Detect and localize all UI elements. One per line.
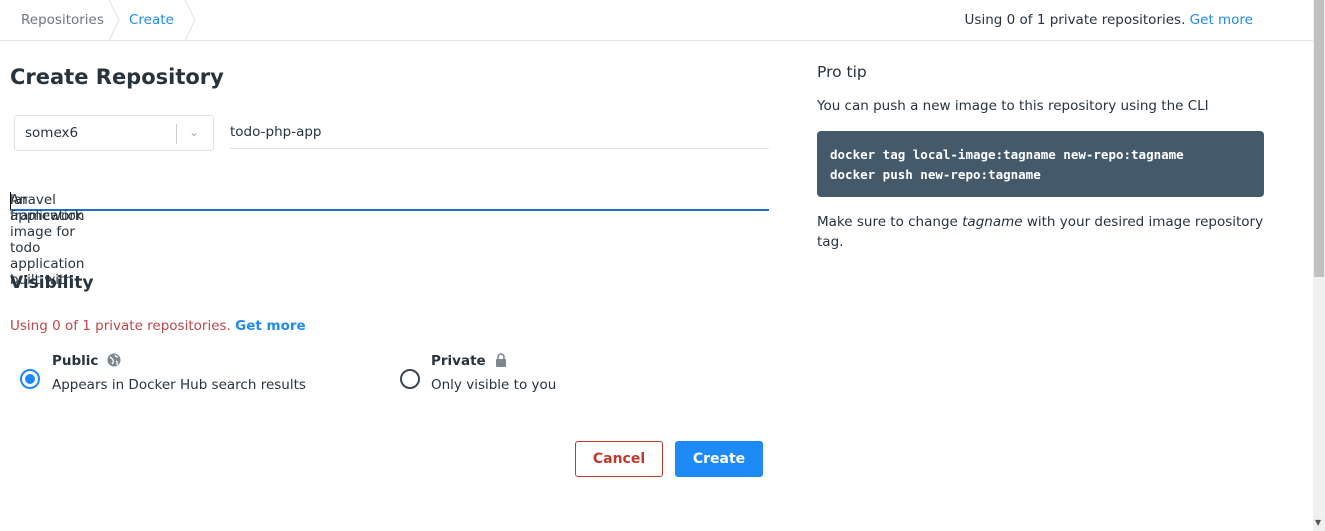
- code-line: docker push new-repo:tagname: [830, 167, 1041, 182]
- public-radio[interactable]: [20, 369, 40, 389]
- divider: [176, 124, 177, 144]
- note-emphasis: tagname: [962, 214, 1023, 230]
- breadcrumb-separator-icon: [184, 0, 196, 41]
- breadcrumb-repositories[interactable]: Repositories: [21, 12, 104, 28]
- pro-tip-heading: Pro tip: [817, 63, 867, 81]
- private-label: Private: [431, 353, 486, 369]
- chevron-down-icon: ⌄: [189, 125, 200, 139]
- description-input[interactable]: An application image for todo applicatio…: [10, 180, 769, 288]
- top-bar: Repositories Create Using 0 of 1 private…: [0, 0, 1313, 41]
- breadcrumb-separator-icon: [108, 0, 120, 41]
- visibility-heading: Visibility: [10, 273, 94, 293]
- public-option-title: Public: [52, 353, 121, 369]
- code-line: docker tag local-image:tagname new-repo:…: [830, 147, 1184, 162]
- usage-notice: Using 0 of 1 private repositories. Get m…: [965, 12, 1253, 28]
- visibility-usage-notice: Using 0 of 1 private repositories. Get m…: [10, 318, 306, 334]
- lock-icon: [496, 353, 507, 367]
- private-radio[interactable]: [400, 369, 420, 389]
- pro-tip-note: Make sure to change tagname with your de…: [817, 212, 1267, 252]
- scrollbar-thumb[interactable]: [1314, 0, 1324, 277]
- usage-text: Using 0 of 1 private repositories.: [964, 12, 1186, 28]
- note-text: Make sure to change: [817, 214, 963, 230]
- cli-code-block: docker tag local-image:tagname new-repo:…: [817, 131, 1264, 197]
- repository-name-value: todo-php-app: [230, 124, 322, 140]
- namespace-select[interactable]: somex6 ⌄: [14, 115, 214, 151]
- private-option-title: Private: [431, 353, 507, 369]
- public-option-subtitle: Appears in Docker Hub search results: [52, 377, 306, 393]
- public-label: Public: [52, 353, 99, 369]
- globe-icon: [107, 353, 121, 367]
- cancel-button[interactable]: Cancel: [575, 441, 663, 477]
- create-button[interactable]: Create: [675, 441, 763, 477]
- page-title: Create Repository: [10, 65, 224, 89]
- repository-name-input[interactable]: todo-php-app: [230, 115, 769, 149]
- pro-tip-text: You can push a new image to this reposit…: [817, 98, 1209, 114]
- breadcrumb-create: Create: [129, 12, 174, 28]
- description-text-end: laravel framework: [10, 192, 83, 224]
- get-more-link[interactable]: Get more: [1190, 12, 1253, 28]
- private-option-subtitle: Only visible to you: [431, 377, 557, 393]
- namespace-value: somex6: [25, 125, 79, 141]
- scroll-down-arrow-icon[interactable]: ▼: [1315, 518, 1321, 527]
- usage-text: Using 0 of 1 private repositories.: [10, 318, 231, 334]
- get-more-link[interactable]: Get more: [235, 318, 306, 334]
- vertical-scrollbar[interactable]: ▼: [1313, 0, 1325, 531]
